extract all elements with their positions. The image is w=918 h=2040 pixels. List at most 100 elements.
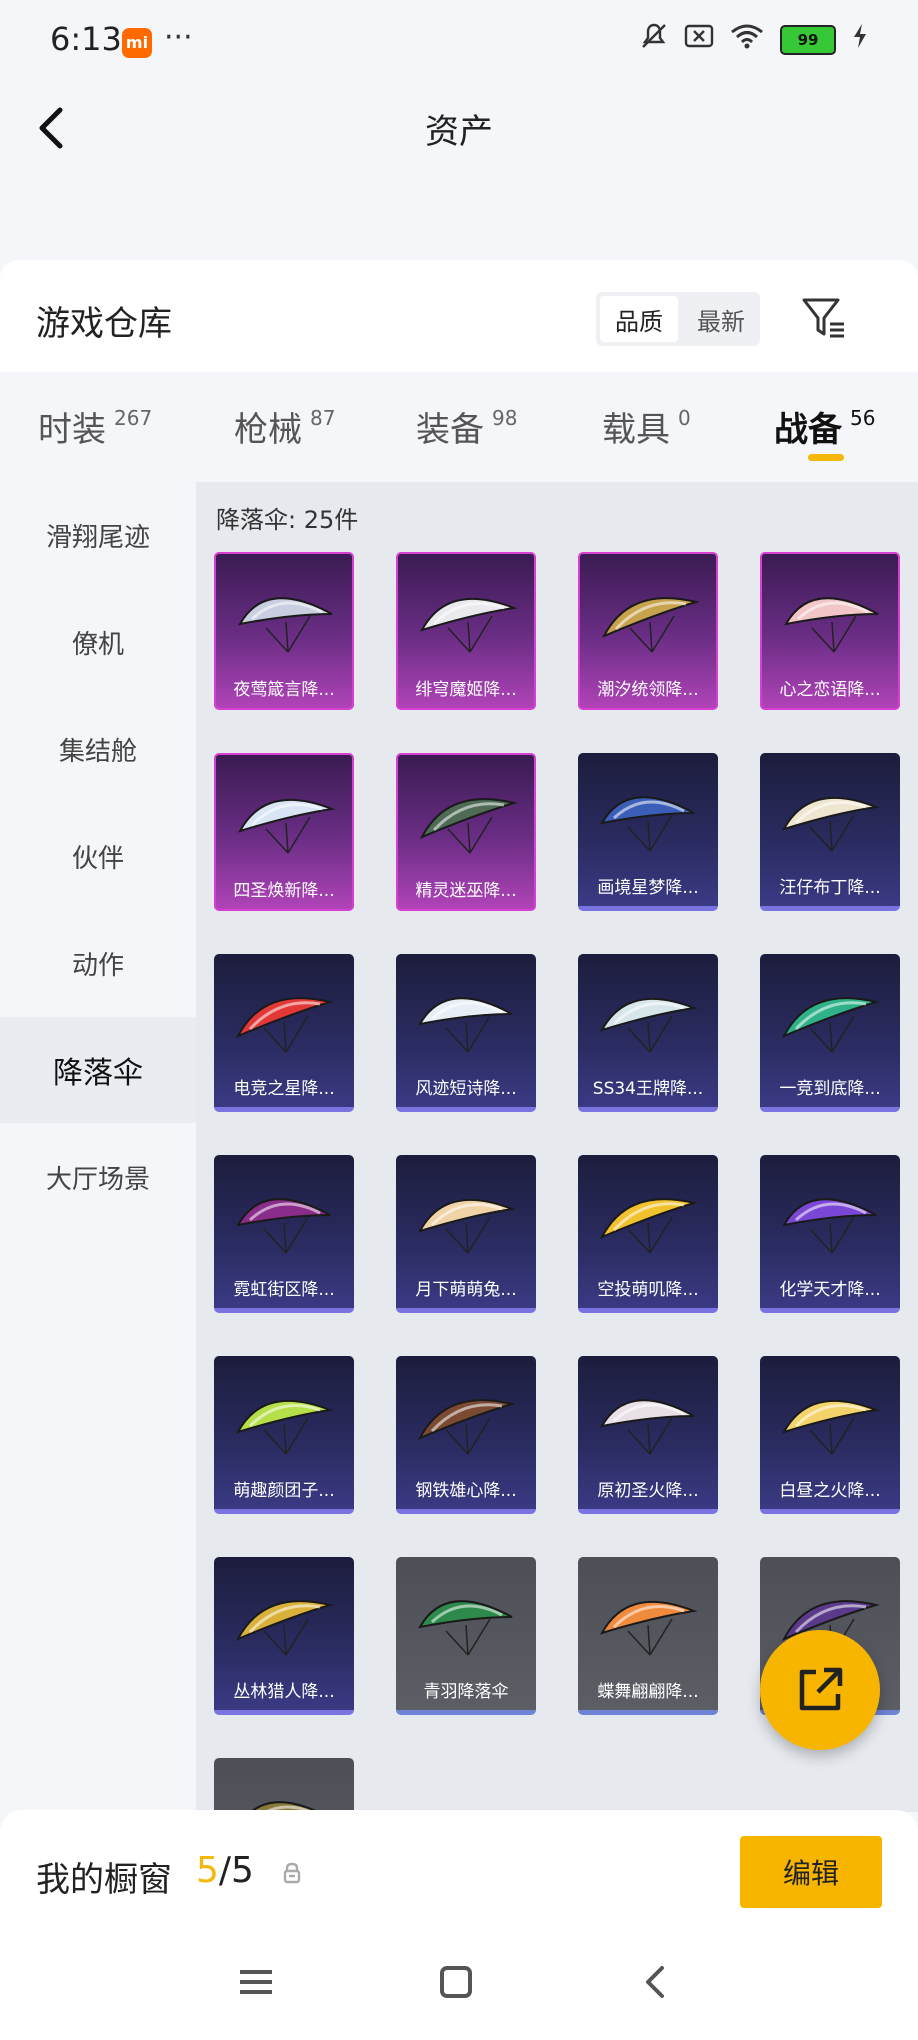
tab-label: 枪械 (234, 410, 302, 450)
wifi-icon (730, 23, 764, 56)
item-card[interactable]: 风迹短诗降... (396, 954, 536, 1112)
parachute-icon (599, 997, 698, 1053)
item-card[interactable]: 四圣焕新降... (214, 753, 354, 911)
active-tab-indicator (808, 454, 844, 461)
item-card[interactable]: 心之恋语降... (760, 552, 900, 710)
parachute-icon (781, 1399, 880, 1455)
no-sim-icon (684, 23, 714, 56)
showcase-count: 5/5 (196, 1850, 254, 1891)
lock-icon (282, 1862, 302, 1888)
home-square-icon[interactable] (436, 1962, 476, 2006)
tab-readiness[interactable]: 战备 56 (774, 402, 875, 451)
page-title: 资产 (425, 112, 493, 152)
item-name: SS34王牌降... (592, 1079, 704, 1099)
tab-label: 战备 (774, 410, 842, 450)
item-name: 绯穹魔姬降... (415, 680, 517, 700)
parachute-icon (235, 997, 334, 1053)
item-name: 萌趣颜团子... (233, 1481, 335, 1501)
menu-icon[interactable] (236, 1962, 276, 2006)
more-notifications-icon: ··· (164, 20, 193, 55)
parachute-icon (781, 997, 880, 1053)
share-external-icon (799, 1667, 843, 1711)
battery-icon: 99 (780, 24, 836, 55)
tab-label: 时装 (38, 410, 106, 450)
item-card[interactable]: 一竞到底降... (760, 954, 900, 1112)
tab-vehicles[interactable]: 载具 0 (602, 402, 691, 451)
sidebar-item-parachute[interactable]: 降落伞 (0, 1017, 196, 1123)
tab-equipment[interactable]: 装备 98 (416, 402, 517, 451)
parachute-icon (235, 1399, 334, 1455)
item-card[interactable]: 蝶舞翩翩降... (578, 1557, 718, 1715)
parachute-icon (417, 1198, 516, 1254)
sidebar-item-companion[interactable]: 伙伴 (0, 803, 196, 909)
tab-count: 267 (114, 406, 153, 430)
parachute-icon (419, 597, 518, 653)
item-grid-panel: 降落伞: 25件 夜莺箴言降... 绯穹魔姬降... 潮汐统领降... 心之恋语降..… (196, 482, 918, 1812)
item-card[interactable]: 钢铁雄心降... (396, 1356, 536, 1514)
item-name: 白昼之火降... (779, 1481, 881, 1501)
parachute-icon (599, 1198, 698, 1254)
sidebar-item-emote[interactable]: 动作 (0, 910, 196, 1016)
parachute-icon (238, 597, 333, 653)
item-name: 汪仔布丁降... (779, 878, 881, 898)
item-count-label: 降落伞: 25件 (216, 506, 359, 534)
warehouse-title: 游戏仓库 (36, 304, 172, 344)
sort-newest-button[interactable]: 最新 (682, 292, 760, 346)
item-card[interactable]: 霓虹街区降... (214, 1155, 354, 1313)
item-card[interactable] (214, 1758, 354, 1812)
edit-button[interactable]: 编辑 (740, 1836, 882, 1908)
item-card[interactable]: 画境星梦降... (578, 753, 718, 911)
item-name: 霓虹街区降... (233, 1280, 335, 1300)
parachute-icon (419, 798, 518, 854)
back-chevron-icon[interactable] (636, 1962, 676, 2006)
tab-count: 0 (678, 406, 691, 430)
tab-count: 56 (850, 406, 876, 430)
sidebar-item-rally-pod[interactable]: 集结舱 (0, 696, 196, 802)
parachute-icon (237, 798, 336, 854)
parachute-icon (784, 597, 879, 653)
parachute-icon (236, 1198, 331, 1254)
parachute-icon (782, 1198, 877, 1254)
item-name: 风迹短诗降... (415, 1079, 517, 1099)
tab-label: 装备 (416, 410, 484, 450)
item-name: 钢铁雄心降... (415, 1481, 517, 1501)
parachute-icon (235, 1600, 334, 1656)
sort-quality-button[interactable]: 品质 (600, 296, 678, 342)
item-card[interactable]: 绯穹魔姬降... (396, 552, 536, 710)
tab-count: 87 (310, 406, 336, 430)
item-card[interactable]: 夜莺箴言降... (214, 552, 354, 710)
sort-toggle: 品质 最新 (596, 292, 760, 346)
category-tabs: 时装 267 枪械 87 装备 98 载具 0 战备 56 (0, 372, 918, 480)
parachute-icon (417, 1399, 516, 1455)
item-card[interactable]: 电竞之星降... (214, 954, 354, 1112)
item-card[interactable]: 青羽降落伞 (396, 1557, 536, 1715)
share-button[interactable] (760, 1630, 880, 1750)
item-name: 蝶舞翩翩降... (597, 1682, 699, 1702)
item-card[interactable]: 萌趣颜团子... (214, 1356, 354, 1514)
item-name: 电竞之星降... (233, 1079, 335, 1099)
item-name: 夜莺箴言降... (233, 680, 335, 700)
item-card[interactable]: 汪仔布丁降... (760, 753, 900, 911)
sidebar-item-wingman[interactable]: 僚机 (0, 589, 196, 695)
filter-icon (802, 298, 844, 338)
item-card[interactable]: 丛林猎人降... (214, 1557, 354, 1715)
filter-button[interactable] (800, 294, 848, 342)
item-card[interactable]: 空投萌叽降... (578, 1155, 718, 1313)
sidebar-item-glide-trail[interactable]: 滑翔尾迹 (0, 482, 196, 588)
item-card[interactable]: 原初圣火降... (578, 1356, 718, 1514)
tab-firearms[interactable]: 枪械 87 (234, 402, 335, 451)
item-card[interactable]: 月下萌萌兔... (396, 1155, 536, 1313)
tab-fashion[interactable]: 时装 267 (38, 402, 152, 451)
parachute-icon (600, 1399, 695, 1455)
status-time: 6:13 (50, 20, 122, 58)
item-card[interactable]: 潮汐统领降... (578, 552, 718, 710)
parachute-icon (599, 1600, 698, 1656)
item-card[interactable]: SS34王牌降... (578, 954, 718, 1112)
item-card[interactable]: 精灵迷巫降... (396, 753, 536, 911)
sidebar-item-lobby-scene[interactable]: 大厅场景 (0, 1124, 196, 1230)
item-card[interactable]: 化学天才降... (760, 1155, 900, 1313)
sidebar: 滑翔尾迹 僚机 集结舱 伙伴 动作 降落伞 大厅场景 (0, 482, 196, 1812)
showcase-title: 我的橱窗 (36, 1860, 172, 1900)
item-card[interactable]: 白昼之火降... (760, 1356, 900, 1514)
item-name: 一竞到底降... (779, 1079, 881, 1099)
